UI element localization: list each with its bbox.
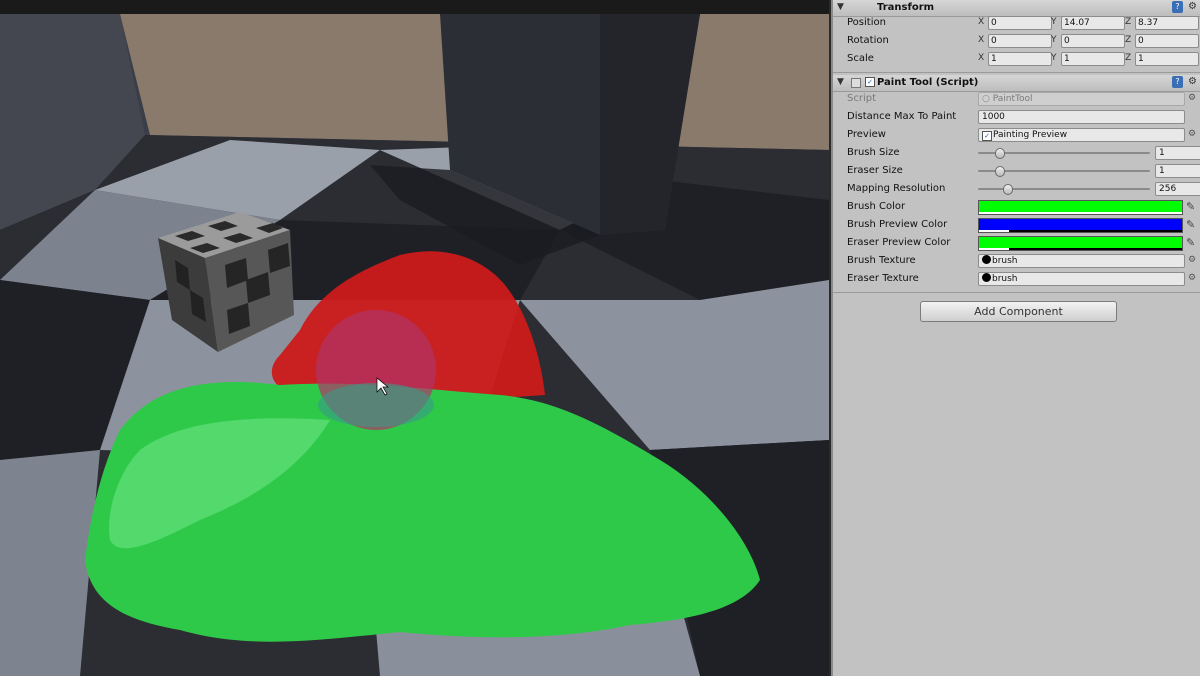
- preview-label: Preview: [847, 129, 886, 140]
- eraser-texture-value: brush: [992, 274, 1018, 284]
- eyedropper-icon[interactable]: ✎: [1186, 200, 1195, 213]
- eyedropper-icon[interactable]: ✎: [1186, 218, 1195, 231]
- z-axis-label: Z: [1125, 17, 1132, 27]
- texture-thumbnail-icon: [982, 255, 991, 264]
- eraser-preview-color-swatch[interactable]: [978, 236, 1183, 251]
- eraser-texture-label: Eraser Texture: [847, 273, 919, 284]
- y-axis-label: Y: [1051, 17, 1057, 27]
- alpha-bar: [979, 248, 1010, 250]
- script-icon: [851, 78, 861, 88]
- scale-row: Scale X1 Y1 Z1: [833, 50, 1200, 68]
- y-axis-label: Y: [1051, 53, 1057, 63]
- fold-arrow-icon[interactable]: ▼: [837, 2, 844, 12]
- brush-color-row: Brush Color ✎: [833, 198, 1200, 216]
- brush-preview-color-row: Brush Preview Color ✎: [833, 216, 1200, 234]
- mapping-resolution-label: Mapping Resolution: [847, 183, 946, 194]
- scene-render: [0, 14, 829, 676]
- add-component-button[interactable]: Add Component: [920, 301, 1117, 322]
- brush-texture-value: brush: [992, 256, 1018, 266]
- object-picker-icon[interactable]: ⚙: [1188, 129, 1196, 139]
- mapping-resolution-row: Mapping Resolution 256: [833, 180, 1200, 198]
- brush-size-slider-thumb[interactable]: [994, 148, 1005, 159]
- transform-title: Transform: [877, 2, 935, 13]
- script-row: Script ○ PaintTool ⚙: [833, 90, 1200, 108]
- eraser-size-label: Eraser Size: [847, 165, 903, 176]
- preview-object-icon: ✓: [982, 131, 992, 141]
- rotation-x-field[interactable]: 0: [988, 34, 1052, 48]
- rotation-row: Rotation X0 Y0 Z0: [833, 32, 1200, 50]
- scale-z-field[interactable]: 1: [1135, 52, 1199, 66]
- object-picker-icon[interactable]: ⚙: [1188, 273, 1196, 283]
- preview-field[interactable]: ✓ Painting Preview: [978, 128, 1185, 142]
- brush-color-swatch[interactable]: [978, 200, 1183, 215]
- position-x-field[interactable]: 0: [988, 16, 1052, 30]
- z-axis-label: Z: [1125, 35, 1132, 45]
- eraser-preview-color-row: Eraser Preview Color ✎: [833, 234, 1200, 252]
- brush-texture-label: Brush Texture: [847, 255, 916, 266]
- distance-row: Distance Max To Paint 1000: [833, 108, 1200, 126]
- brush-size-row: Brush Size 1: [833, 144, 1200, 162]
- rotation-y-field[interactable]: 0: [1061, 34, 1125, 48]
- help-book-icon[interactable]: ?: [1172, 1, 1183, 13]
- help-book-icon[interactable]: ?: [1172, 76, 1183, 88]
- position-y-field[interactable]: 14.07: [1061, 16, 1125, 30]
- brush-texture-row: Brush Texture brush ⚙: [833, 252, 1200, 270]
- y-axis-label: Y: [1051, 35, 1057, 45]
- eraser-size-value[interactable]: 1: [1155, 164, 1200, 178]
- mapping-resolution-value[interactable]: 256: [1155, 182, 1200, 196]
- brush-color-label: Brush Color: [847, 201, 906, 212]
- paint-tool-title: Paint Tool (Script): [877, 77, 979, 88]
- alpha-bar: [979, 212, 1182, 214]
- divider: [833, 292, 1200, 293]
- object-picker-icon[interactable]: ⚙: [1188, 255, 1196, 265]
- texture-thumbnail-icon: [982, 273, 991, 282]
- object-picker-icon[interactable]: ⚙: [1188, 93, 1196, 103]
- brush-preview-color-label: Brush Preview Color: [847, 219, 948, 230]
- settings-gear-icon[interactable]: ⚙: [1187, 76, 1198, 88]
- position-label: Position: [847, 17, 886, 28]
- x-axis-label: X: [978, 53, 985, 63]
- eraser-size-slider-thumb[interactable]: [994, 166, 1005, 177]
- alpha-bar-rest: [1009, 230, 1182, 232]
- eraser-texture-field[interactable]: brush: [978, 272, 1185, 286]
- brush-preview-color-swatch[interactable]: [978, 218, 1183, 233]
- eraser-texture-row: Eraser Texture brush ⚙: [833, 270, 1200, 288]
- scene-viewport[interactable]: [0, 0, 829, 676]
- brush-size-value[interactable]: 1: [1155, 146, 1200, 160]
- alpha-bar-rest: [1009, 248, 1182, 250]
- script-field: ○ PaintTool: [978, 92, 1185, 106]
- x-axis-label: X: [978, 17, 985, 27]
- eraser-preview-color-label: Eraser Preview Color: [847, 237, 951, 248]
- scale-x-field[interactable]: 1: [988, 52, 1052, 66]
- scale-y-field[interactable]: 1: [1061, 52, 1125, 66]
- preview-row: Preview ✓ Painting Preview ⚙: [833, 126, 1200, 144]
- script-label: Script: [847, 93, 877, 104]
- position-z-field[interactable]: 8.37: [1135, 16, 1199, 30]
- x-axis-label: X: [978, 35, 985, 45]
- mapping-resolution-slider-thumb[interactable]: [1003, 184, 1014, 195]
- component-enabled-checkbox[interactable]: ✓: [865, 77, 875, 87]
- script-value: PaintTool: [992, 94, 1033, 104]
- settings-gear-icon[interactable]: ⚙: [1187, 1, 1198, 13]
- distance-field[interactable]: 1000: [978, 110, 1185, 124]
- script-field-dot: ○: [982, 94, 993, 104]
- rotation-z-field[interactable]: 0: [1135, 34, 1199, 48]
- distance-label: Distance Max To Paint: [847, 111, 957, 122]
- scale-label: Scale: [847, 53, 874, 64]
- inspector-panel: ▼ Transform ? ⚙ Position X0 Y 14.07 Z 8.37…: [831, 0, 1200, 676]
- eraser-size-row: Eraser Size 1: [833, 162, 1200, 180]
- fold-arrow-icon[interactable]: ▼: [837, 77, 844, 87]
- z-axis-label: Z: [1125, 53, 1132, 63]
- brush-size-label: Brush Size: [847, 147, 900, 158]
- rotation-label: Rotation: [847, 35, 889, 46]
- brush-texture-field[interactable]: brush: [978, 254, 1185, 268]
- divider: [833, 72, 1200, 73]
- alpha-bar: [979, 230, 1010, 232]
- preview-value: Painting Preview: [993, 130, 1068, 140]
- position-row: Position X0 Y 14.07 Z 8.37: [833, 14, 1200, 32]
- eyedropper-icon[interactable]: ✎: [1186, 236, 1195, 249]
